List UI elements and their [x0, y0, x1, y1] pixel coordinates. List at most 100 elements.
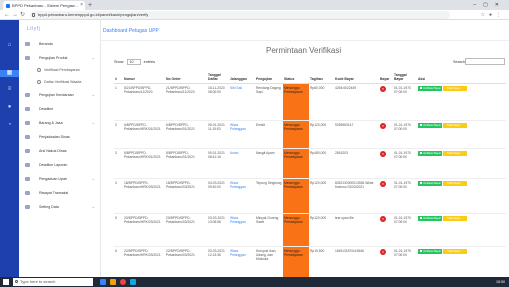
- cell-date: 04-03-2021 09:40:00: [207, 178, 229, 214]
- status-badge: Menunggu Pembayaran: [283, 120, 309, 149]
- cell-nomor: 8/21/BPPD/BPPD-Pekanbaru/11/2020: [123, 83, 165, 121]
- sidebar-item-pengujian-kendaraan[interactable]: Pengujian Kendaraan ⌄: [19, 90, 101, 100]
- delete-button[interactable]: ×: [380, 122, 386, 129]
- address-bar-row: ← → ↻ bppd.pekanbaru.kemenpppd.go.id/pan…: [0, 10, 509, 20]
- reject-payment-button[interactable]: Tolak Bayar: [443, 180, 467, 186]
- cell-order: 18/BPPD/BPPD-Pekanbaru/03/2021: [165, 178, 207, 214]
- sidebar-item-penjadwalan-dinas[interactable]: Penjadwalan Dinas: [19, 132, 101, 142]
- close-tab-icon[interactable]: ×: [80, 1, 83, 10]
- sidebar-item-barang-jasa[interactable]: Barang & Jasa ⌄: [19, 118, 101, 128]
- cell-amount: Rp120,000: [309, 213, 334, 247]
- cell-amount: Rp120,000: [309, 178, 334, 214]
- sidebar-item-setting-data[interactable]: Setting Data ⌄: [19, 202, 101, 212]
- clock-icon[interactable]: ◔: [6, 122, 13, 129]
- verify-payment-button[interactable]: Verifikasi Bayar: [418, 248, 442, 254]
- chevron-down-icon: ⌄: [91, 120, 95, 125]
- flask-icon: [25, 56, 30, 60]
- taskbar-search-input[interactable]: Type here to search: [13, 278, 93, 286]
- browser-tab[interactable]: BPPD Pekanbaru - Sistem Pengaw... ×: [3, 1, 85, 10]
- cell-order: 21/BPPD/BPPD-Pekanbaru/11/2020: [165, 83, 207, 121]
- col-header: Jalanggan: [229, 68, 255, 84]
- taskview-icon[interactable]: [100, 279, 106, 285]
- forward-icon[interactable]: →: [12, 10, 18, 20]
- cell-actions: Verifikasi Bayar Tolak Bayar: [417, 178, 506, 214]
- col-header: #: [114, 68, 123, 84]
- col-header: Status: [283, 68, 309, 84]
- search-input[interactable]: [465, 58, 505, 65]
- cell-amount: Rp120,000: [309, 120, 334, 149]
- table-row: 1 8/21/BPPD/BPPD-Pekanbaru/11/2020 21/BPPD…: [114, 83, 506, 121]
- col-header: Kode Bayar: [334, 68, 379, 84]
- search-icon: [15, 280, 18, 283]
- cell-payment-code: test upan file: [334, 213, 379, 247]
- sidebar-item-deadline[interactable]: Deadline: [19, 104, 101, 114]
- entries-select[interactable]: 10: [126, 59, 141, 65]
- back-icon[interactable]: ←: [4, 10, 10, 20]
- sidebar-item-pengaduan[interactable]: Pengaduan Upah ⌄: [19, 174, 101, 184]
- taskbar: Type here to search 15:50: [0, 277, 509, 287]
- verify-payment-button[interactable]: Verifikasi Bayar: [418, 150, 442, 156]
- edge-icon[interactable]: [130, 279, 136, 285]
- sidebar-item-pengujian-produk[interactable]: Pengujian Produk ⌄: [19, 53, 101, 63]
- grid-icon[interactable]: ▦: [0, 70, 19, 77]
- reject-payment-button[interactable]: Tolak Bayar: [443, 85, 467, 91]
- cell-pay-date: 01-01-1970 07:00:00: [393, 178, 417, 214]
- list-icon[interactable]: ≡: [6, 86, 13, 93]
- history-icon: [25, 191, 30, 195]
- url-field[interactable]: bppd.pekanbaru.kemenpppd.go.id/panel/kas…: [30, 11, 450, 19]
- verify-payment-button[interactable]: Verifikasi Bayar: [418, 215, 442, 221]
- cell-payment-code: 9255963147: [334, 120, 379, 149]
- car-icon: [25, 93, 30, 97]
- system-clock: 15:50: [496, 280, 505, 284]
- calendar-icon: [25, 107, 30, 111]
- status-badge: Menunggu Pembayaran: [283, 83, 309, 121]
- circle-icon: [37, 68, 41, 72]
- cell-no: 1: [114, 83, 123, 121]
- browser-menu-icons[interactable]: ☆●⋮: [480, 10, 505, 20]
- delete-button[interactable]: ×: [380, 85, 386, 92]
- window-controls[interactable]: –▢✕: [473, 0, 506, 10]
- table-row: 3 8/BPPD/BPPD-Pekanbaru/HRK/01/2021 8/BPPD…: [114, 148, 506, 179]
- reject-payment-button[interactable]: Tolak Bayar: [443, 122, 467, 128]
- box-icon: [25, 121, 30, 125]
- schedule-icon: [25, 135, 30, 139]
- sidebar-item-daftar-verifikasi[interactable]: Daftar Verifikasi Waada: [19, 77, 101, 87]
- col-header: Bayar: [379, 68, 393, 84]
- verify-payment-button[interactable]: Verifikasi Bayar: [418, 85, 442, 91]
- cell-date: 09-01-2021 08:41:16: [207, 148, 229, 179]
- cell-actions: Verifikasi Bayar Tolak Bayar: [417, 213, 506, 247]
- favicon-icon: [6, 4, 10, 8]
- home-icon[interactable]: ⌂: [6, 42, 13, 49]
- cell-order: 20/BPPD/BPPD-Pekanbaru/03/2021: [165, 213, 207, 247]
- sidebar-item-verifikasi-pembayaran[interactable]: Verifikasi Pembayaran: [19, 65, 101, 75]
- sidebar: Ltlyfj Beranda Pengujian Produk ⌄ Verifik…: [19, 20, 101, 277]
- verify-payment-button[interactable]: Verifikasi Bayar: [418, 122, 442, 128]
- cell-no: 4: [114, 178, 123, 214]
- delete-button[interactable]: ×: [380, 248, 386, 255]
- reject-payment-button[interactable]: Tolak Bayar: [443, 150, 467, 156]
- cell-bayar: ×: [379, 148, 393, 179]
- verify-payment-button[interactable]: Verifikasi Bayar: [418, 180, 442, 186]
- cell-order: 8/BPPD/BPPD-Pekanbaru/01/2021: [165, 148, 207, 179]
- sidebar-item-beranda[interactable]: Beranda: [19, 39, 101, 49]
- col-header: Tagihan: [309, 68, 334, 84]
- delete-button[interactable]: ×: [380, 215, 386, 222]
- sidebar-item-arsi-nakus[interactable]: Arsi Nakus Dinas: [19, 146, 101, 156]
- cell-pay-date: 01-01-1970 07:00:00: [393, 120, 417, 149]
- pin-icon[interactable]: ●: [6, 104, 13, 111]
- status-badge: Menunggu Pembayaran: [283, 213, 309, 247]
- delete-button[interactable]: ×: [380, 150, 386, 157]
- col-header: Nomor: [123, 68, 165, 84]
- chrome-icon[interactable]: [120, 279, 126, 285]
- reject-payment-button[interactable]: Tolak Bayar: [443, 248, 467, 254]
- reject-payment-button[interactable]: Tolak Bayar: [443, 215, 467, 221]
- new-tab-button[interactable]: +: [88, 1, 92, 10]
- sidebar-item-deadline-laporan[interactable]: Deadline Laporan: [19, 160, 101, 170]
- col-header: Tanggal Bayar: [393, 68, 417, 84]
- reload-icon[interactable]: ↻: [20, 10, 25, 20]
- delete-button[interactable]: ×: [380, 180, 386, 187]
- windows-start-icon[interactable]: [3, 279, 9, 285]
- verification-table: # Nomor No Order Tanggal Daftar Jalangga…: [114, 68, 506, 287]
- explorer-icon[interactable]: [110, 279, 116, 285]
- sidebar-item-riwayat-transaksi[interactable]: Riwayat Transaksi: [19, 188, 101, 198]
